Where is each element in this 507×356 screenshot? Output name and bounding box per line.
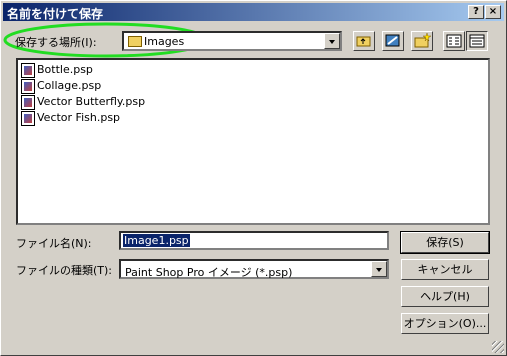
psp-file-icon <box>21 78 35 94</box>
filetype-dropdown-button[interactable] <box>371 261 387 277</box>
close-button[interactable]: × <box>485 5 501 19</box>
up-one-level-button[interactable] <box>353 31 375 51</box>
details-view-button[interactable] <box>466 31 488 51</box>
psp-file-icon <box>21 62 35 78</box>
folder-up-icon <box>356 36 371 47</box>
list-view-icon <box>446 34 462 48</box>
title-bar[interactable]: 名前を付けて保存 ? × <box>3 3 504 21</box>
new-folder-icon <box>414 32 432 48</box>
window-title: 名前を付けて保存 <box>7 7 104 21</box>
filetype-label: ファイルの種類(T): <box>16 264 113 277</box>
location-label: 保存する場所(I): <box>15 36 97 49</box>
options-button[interactable]: オプション(O)... <box>401 313 489 334</box>
resize-grip[interactable] <box>492 341 504 353</box>
location-value: Images <box>144 35 185 48</box>
save-button[interactable]: 保存(S) <box>400 231 490 254</box>
details-view-icon <box>469 34 485 48</box>
location-combo[interactable]: Images <box>122 31 342 51</box>
filename-input[interactable]: Image1.psp <box>119 231 389 250</box>
location-dropdown-button[interactable] <box>324 33 340 49</box>
cancel-button[interactable]: キャンセル <box>401 259 489 280</box>
filetype-value: Paint Shop Pro イメージ (*.psp) <box>125 266 293 279</box>
filename-value: Image1.psp <box>123 234 190 247</box>
list-view-button[interactable] <box>443 31 465 51</box>
save-as-dialog: 名前を付けて保存 ? × 保存する場所(I): Images Bottle.ps… <box>0 0 507 356</box>
new-folder-button[interactable] <box>411 31 433 51</box>
list-item[interactable]: Collage.psp <box>21 78 101 94</box>
help-button[interactable]: ヘルプ(H) <box>401 286 489 307</box>
psp-file-icon <box>21 110 35 126</box>
desktop-button[interactable] <box>382 31 404 51</box>
list-item[interactable]: Vector Fish.psp <box>21 110 120 126</box>
file-list[interactable]: Bottle.psp Collage.psp Vector Butterfly.… <box>16 58 490 225</box>
desktop-icon <box>385 34 400 47</box>
psp-file-icon <box>21 94 35 110</box>
list-item[interactable]: Vector Butterfly.psp <box>21 94 145 110</box>
help-title-button[interactable]: ? <box>468 5 484 19</box>
filename-label: ファイル名(N): <box>16 237 92 250</box>
list-item[interactable]: Bottle.psp <box>21 62 93 78</box>
folder-icon <box>128 36 142 47</box>
filetype-combo[interactable]: Paint Shop Pro イメージ (*.psp) <box>119 259 389 279</box>
